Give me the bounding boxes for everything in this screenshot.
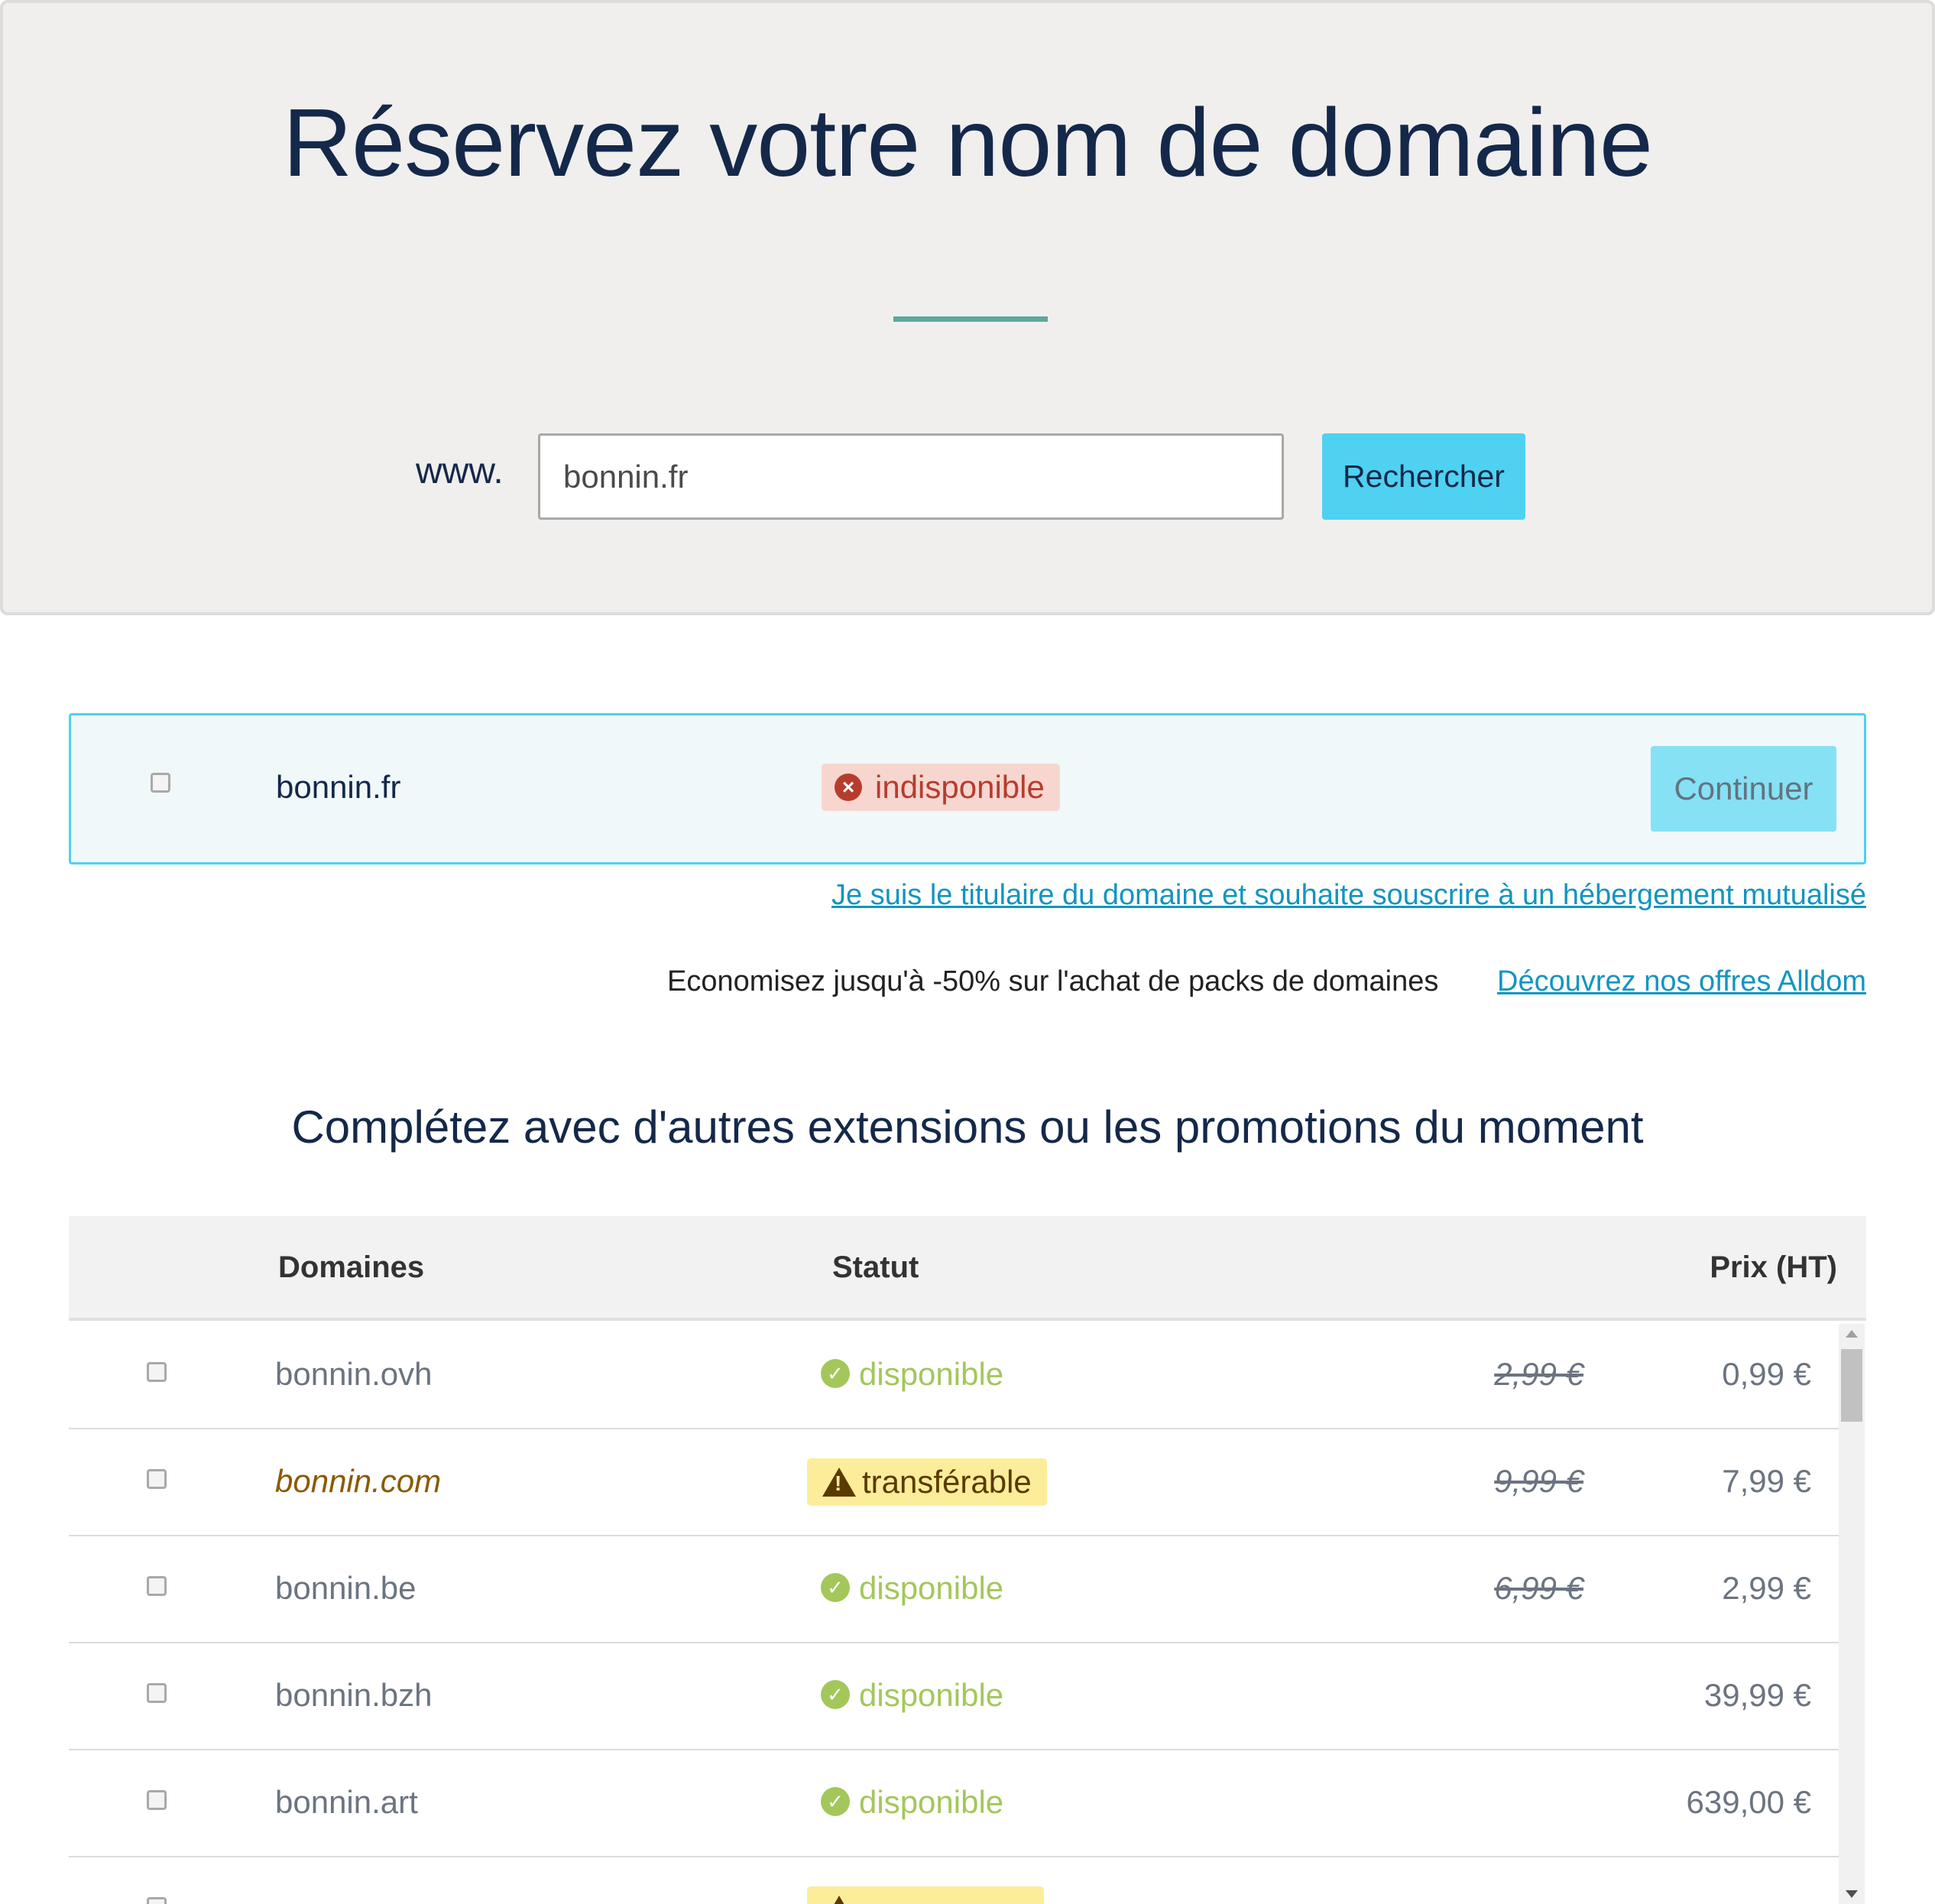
domain-name: bonnin.com [275, 1463, 442, 1499]
table-scrollbar[interactable] [1839, 1324, 1865, 1904]
status-label: disponible [859, 1570, 1004, 1606]
warning-mark: ! [835, 1471, 842, 1495]
domain-checkbox[interactable] [147, 1683, 167, 1703]
warning-icon [822, 1896, 856, 1904]
check-circle-icon: ✓ [821, 1573, 850, 1602]
price: 639,00 € [1686, 1784, 1812, 1820]
domain-name: bonnin.be [275, 1570, 416, 1606]
scroll-down-arrow-icon[interactable] [1846, 1890, 1858, 1898]
check-circle-icon: ✓ [821, 1680, 850, 1709]
domain-name: bonnin.bzh [275, 1677, 433, 1713]
status-label: transférable [862, 1464, 1032, 1500]
transfer-status-badge [807, 1886, 1044, 1904]
price: 0,99 € [1722, 1356, 1811, 1392]
price: 7,99 € [1722, 1463, 1811, 1499]
main-domain-name: bonnin.fr [276, 769, 401, 805]
main-domain-result: bonnin.fr × indisponible Continuer [69, 713, 1866, 864]
available-status: ✓ disponible [821, 1677, 1003, 1714]
domain-checkbox[interactable] [147, 1790, 167, 1810]
extensions-heading: Complétez avec d'autres extensions ou le… [291, 1101, 1644, 1153]
price: 2,99 € [1722, 1570, 1811, 1606]
table-row: bonnin.bzh ✓ disponible 39,99 € [69, 1643, 1840, 1750]
title-divider [893, 316, 1048, 322]
available-status: ✓ disponible [821, 1356, 1003, 1393]
scroll-up-arrow-icon[interactable] [1846, 1330, 1858, 1338]
table-row: bonnin.com ! transférable 9,99 € 7,99 € [69, 1429, 1840, 1536]
status-label: disponible [859, 1677, 1004, 1713]
search-button[interactable]: Rechercher [1322, 433, 1525, 520]
price-column-header: Prix (HT) [1710, 1250, 1837, 1284]
price: 39,99 € [1703, 1677, 1811, 1713]
status-column-header: Statut [832, 1250, 919, 1284]
www-prefix: www. [416, 451, 504, 491]
error-circle-icon: × [835, 774, 862, 801]
promo-text: Economisez jusqu'à -50% sur l'achat de p… [667, 965, 1439, 997]
transfer-status-badge: ! transférable [807, 1458, 1047, 1506]
main-domain-checkbox[interactable] [151, 773, 170, 793]
domain-checkbox[interactable] [147, 1469, 167, 1489]
continue-button[interactable]: Continuer [1651, 746, 1836, 832]
unavailable-status-label: indisponible [875, 769, 1045, 805]
domain-checkbox[interactable] [147, 1576, 167, 1596]
old-price: 2,99 € [1494, 1356, 1583, 1392]
status-label: disponible [859, 1784, 1004, 1820]
domain-checkbox[interactable] [147, 1897, 167, 1904]
domain-checkbox[interactable] [147, 1362, 167, 1382]
domain-name: bonnin.art [275, 1784, 418, 1820]
table-row-partial [69, 1857, 1840, 1904]
table-row: bonnin.art ✓ disponible 639,00 € [69, 1750, 1840, 1857]
domains-column-header: Domaines [278, 1250, 425, 1284]
unavailable-status-badge: × indisponible [822, 764, 1060, 811]
check-circle-icon: ✓ [821, 1787, 850, 1816]
alldom-offers-link[interactable]: Découvrez nos offres Alldom [1497, 965, 1866, 998]
domain-name: bonnin.ovh [275, 1356, 433, 1392]
table-row: bonnin.be ✓ disponible 6,99 € 2,99 € [69, 1536, 1840, 1643]
check-circle-icon: ✓ [821, 1359, 850, 1388]
table-row: bonnin.ovh ✓ disponible 2,99 € 0,99 € [69, 1322, 1840, 1429]
domain-owner-hosting-link[interactable]: Je suis le titulaire du domaine et souha… [831, 879, 1866, 912]
domain-search-input[interactable] [538, 433, 1284, 520]
page-title: Réservez votre nom de domaine [283, 89, 1653, 196]
status-label: disponible [859, 1356, 1004, 1392]
domains-table-header: Domaines Statut Prix (HT) [69, 1216, 1866, 1321]
domains-table-body: bonnin.ovh ✓ disponible 2,99 € 0,99 € bo… [69, 1322, 1866, 1904]
old-price: 9,99 € [1494, 1463, 1583, 1499]
search-hero: Réservez votre nom de domaine www. Reche… [0, 0, 1935, 615]
available-status: ✓ disponible [821, 1784, 1003, 1821]
old-price: 6,99 € [1494, 1570, 1583, 1606]
available-status: ✓ disponible [821, 1570, 1003, 1607]
scroll-thumb[interactable] [1841, 1349, 1862, 1422]
